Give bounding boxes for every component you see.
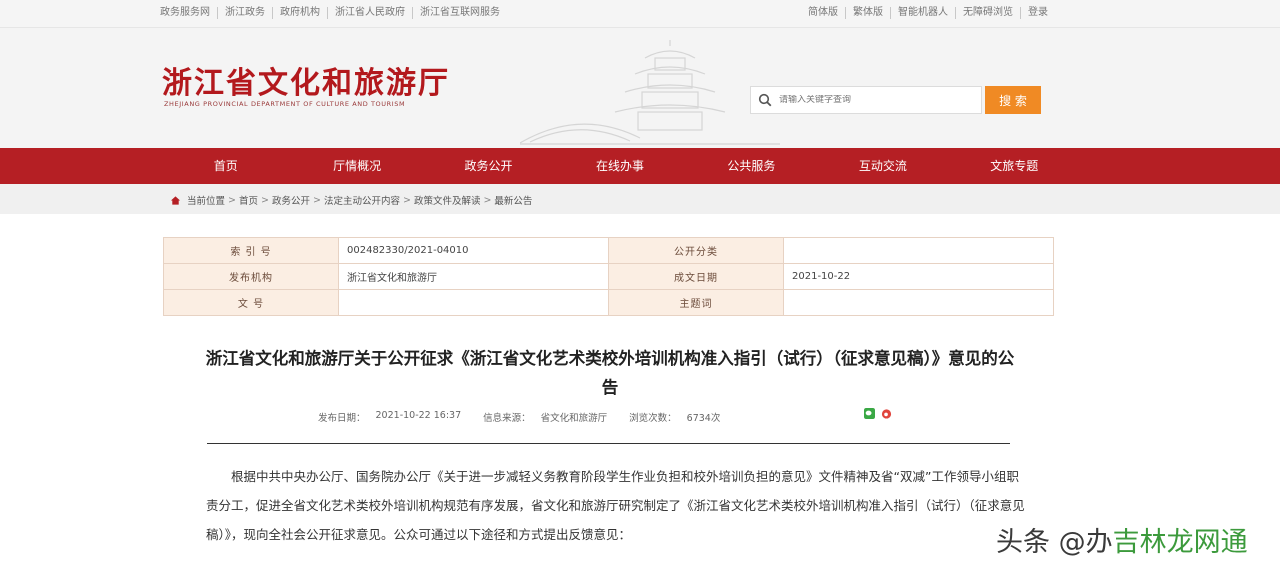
meta-value-index: 002482330/2021-04010	[338, 237, 609, 264]
search-icon	[751, 87, 779, 113]
search-input[interactable]	[779, 95, 969, 105]
watermark-overlay-text: 吉林龙网通	[1112, 527, 1248, 558]
meta-label-publisher: 发布机构	[163, 263, 339, 290]
table-row: 发布机构 浙江省文化和旅游厅 成文日期 2021-10-22	[163, 263, 1054, 290]
meta-value-date: 2021-10-22	[783, 263, 1054, 290]
nav-item-interaction[interactable]: 互动交流	[817, 148, 948, 184]
meta-label-category: 公开分类	[608, 237, 784, 264]
breadcrumb-item-home[interactable]: 首页	[239, 193, 258, 207]
watermark: 头条 @办吉林龙网通	[996, 520, 1248, 559]
nav-item-gov-affairs[interactable]: 政务公开	[423, 148, 554, 184]
breadcrumb-separator: >	[312, 194, 321, 206]
meta-value-keywords	[783, 289, 1054, 316]
topbar-right-link-2[interactable]: 智能机器人	[891, 7, 956, 19]
topbar-right-link-0[interactable]: 简体版	[801, 7, 846, 19]
meta-label-index: 索 引 号	[163, 237, 339, 264]
breadcrumb-current-label: 当前位置	[187, 196, 226, 207]
wechat-share-icon[interactable]	[864, 408, 875, 419]
share-buttons	[864, 408, 892, 419]
meta-value-publisher: 浙江省文化和旅游厅	[338, 263, 609, 290]
publish-date-label: 发布日期：	[318, 413, 366, 424]
views-label: 浏览次数：	[629, 413, 677, 424]
document-meta-table: 索 引 号 002482330/2021-04010 公开分类 发布机构 浙江省…	[163, 237, 1054, 316]
home-icon	[170, 195, 181, 205]
search-box[interactable]	[750, 86, 982, 114]
breadcrumb-separator: >	[261, 194, 269, 206]
topbar-link-1[interactable]: 浙江政务	[218, 7, 273, 19]
table-row: 索 引 号 002482330/2021-04010 公开分类	[163, 237, 1054, 264]
breadcrumb-item-statutory[interactable]: 法定主动公开内容	[324, 193, 400, 207]
nav-item-topics[interactable]: 文旅专题	[949, 148, 1080, 184]
search-button[interactable]: 搜 索	[985, 86, 1041, 114]
top-utility-bar: 政务服务网 浙江政务 政府机构 浙江省人民政府 浙江省互联网服务 简体版 繁体版…	[0, 0, 1280, 28]
topbar-link-4[interactable]: 浙江省互联网服务	[413, 7, 507, 19]
meta-label-doc-number: 文 号	[163, 289, 339, 316]
breadcrumb-separator: >	[483, 194, 492, 206]
breadcrumb: 当前位置 > 首页 > 政务公开 > 法定主动公开内容 > 政策文件及解读 > …	[0, 184, 1280, 214]
topbar-link-2[interactable]: 政府机构	[273, 7, 328, 19]
source-value: 省文化和旅游厅	[540, 413, 608, 424]
meta-label-keywords: 主题词	[608, 289, 784, 316]
source-label: 信息来源：	[483, 413, 531, 424]
pagoda-illustration	[520, 40, 780, 145]
publish-date-value: 2021-10-22 16:37	[375, 410, 462, 421]
nav-item-overview[interactable]: 厅情概况	[291, 148, 422, 184]
nav-item-public-services[interactable]: 公共服务	[686, 148, 817, 184]
site-subtitle: ZHEJIANG PROVINCIAL DEPARTMENT OF CULTUR…	[164, 100, 406, 108]
article-paragraph: 根据中共中央办公厅、国务院办公厅《关于进一步减轻义务教育阶段学生作业负担和校外培…	[206, 469, 1025, 542]
site-header: 浙江省文化和旅游厅 ZHEJIANG PROVINCIAL DEPARTMENT…	[0, 28, 1280, 148]
nav-item-online-services[interactable]: 在线办事	[554, 148, 685, 184]
watermark-text: 头条 @办	[996, 527, 1113, 558]
topbar-right-links: 简体版 繁体版 智能机器人 无障碍浏览 登录	[801, 7, 1055, 19]
main-nav: 首页 厅情概况 政务公开 在线办事 公共服务 互动交流 文旅专题	[0, 148, 1280, 184]
article-title: 浙江省文化和旅游厅关于公开征求《浙江省文化艺术类校外培训机构准入指引（试行）（征…	[205, 349, 1015, 397]
meta-label-date: 成文日期	[608, 263, 784, 290]
breadcrumb-item-policy[interactable]: 政策文件及解读	[414, 193, 481, 207]
table-row: 文 号 主题词	[163, 289, 1054, 316]
topbar-right-link-4[interactable]: 登录	[1021, 7, 1055, 19]
breadcrumb-item-gov-affairs[interactable]: 政务公开	[272, 193, 310, 207]
breadcrumb-separator: >	[228, 194, 236, 206]
topbar-right-link-3[interactable]: 无障碍浏览	[956, 7, 1021, 19]
topbar-right-link-1[interactable]: 繁体版	[846, 7, 891, 19]
nav-item-home[interactable]: 首页	[160, 148, 291, 184]
weibo-share-icon[interactable]	[881, 408, 892, 419]
site-title[interactable]: 浙江省文化和旅游厅	[162, 58, 450, 102]
topbar-link-0[interactable]: 政务服务网	[160, 7, 218, 19]
topbar-left-links: 政务服务网 浙江政务 政府机构 浙江省人民政府 浙江省互联网服务	[160, 7, 507, 19]
meta-value-category	[783, 237, 1054, 264]
article-divider	[207, 443, 1010, 444]
topbar-link-3[interactable]: 浙江省人民政府	[328, 7, 413, 19]
breadcrumb-separator: >	[402, 194, 411, 206]
article-info: 发布日期： 2021-10-22 16:37 信息来源： 省文化和旅游厅 浏览次…	[318, 410, 742, 424]
views-value: 6734次	[686, 413, 721, 424]
breadcrumb-item-latest[interactable]: 最新公告	[494, 193, 532, 207]
article-body: 根据中共中央办公厅、国务院办公厅《关于进一步减轻义务教育阶段学生作业负担和校外培…	[206, 462, 1026, 549]
meta-value-doc-number	[338, 289, 609, 316]
